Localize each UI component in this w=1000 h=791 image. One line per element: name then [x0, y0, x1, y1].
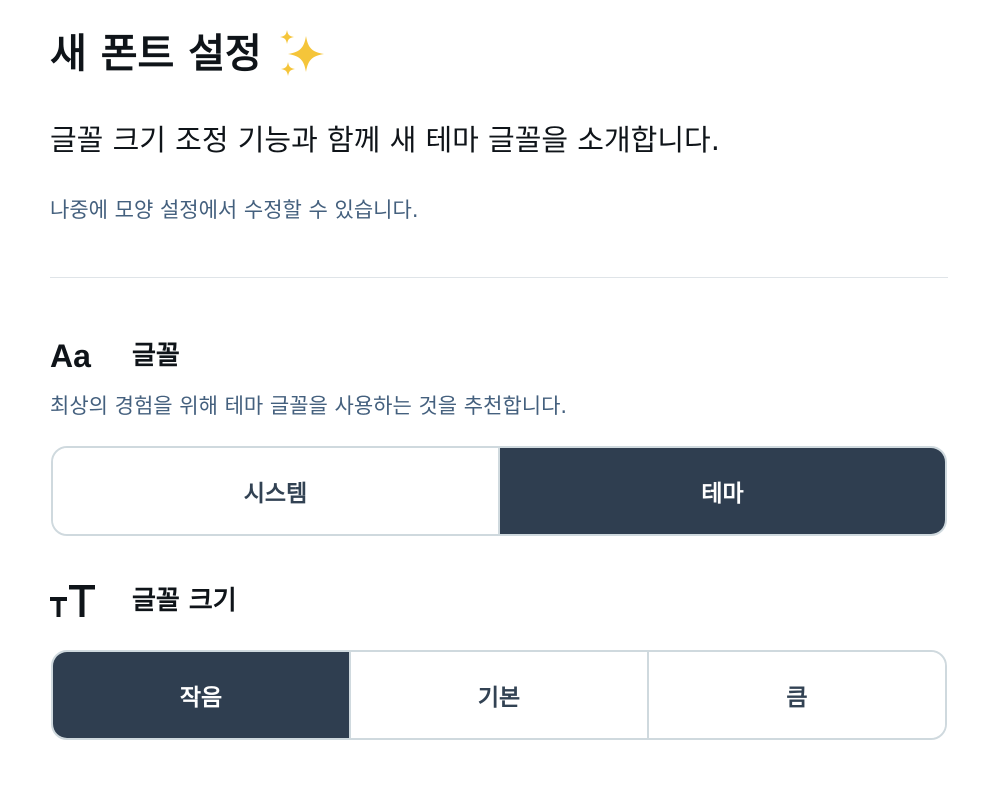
font-option-system-label: 시스템	[243, 481, 308, 507]
font-section-description: 최상의 경험을 위해 테마 글꼴을 사용하는 것을 추천합니다.	[50, 394, 568, 418]
font-option-theme[interactable]: 테마	[498, 448, 945, 534]
font-size-selector: 작음 기본 큼	[51, 650, 947, 740]
divider	[50, 277, 948, 278]
font-aa-icon: Aa	[50, 338, 91, 374]
size-section-label: 글꼴 크기	[132, 586, 237, 616]
size-option-small-label: 작음	[179, 685, 223, 711]
size-option-large-label: 큼	[786, 685, 808, 711]
sparkles-icon	[276, 28, 328, 80]
font-option-system[interactable]: 시스템	[53, 448, 498, 534]
font-section-header: Aa 글꼴	[50, 336, 180, 376]
intro-text: 글꼴 크기 조정 기능과 함께 새 테마 글꼴을 소개합니다.	[50, 123, 720, 157]
settings-note: 나중에 모양 설정에서 수정할 수 있습니다.	[50, 198, 419, 222]
page-title: 새 폰트 설정	[50, 26, 328, 82]
page-title-text: 새 폰트 설정	[50, 31, 262, 77]
text-size-icon	[50, 581, 112, 621]
font-type-selector: 시스템 테마	[51, 446, 947, 536]
size-option-small[interactable]: 작음	[53, 652, 349, 738]
font-section-label: 글꼴	[132, 341, 180, 371]
size-option-large[interactable]: 큼	[647, 652, 945, 738]
font-option-theme-label: 테마	[701, 481, 744, 507]
size-option-default[interactable]: 기본	[349, 652, 647, 738]
size-section-header: 글꼴 크기	[50, 581, 237, 621]
size-option-default-label: 기본	[477, 685, 521, 711]
font-settings-page: 새 폰트 설정 글꼴 크기 조정 기능과 함께 새 테마 글꼴을 소개합니다. …	[0, 0, 1000, 791]
